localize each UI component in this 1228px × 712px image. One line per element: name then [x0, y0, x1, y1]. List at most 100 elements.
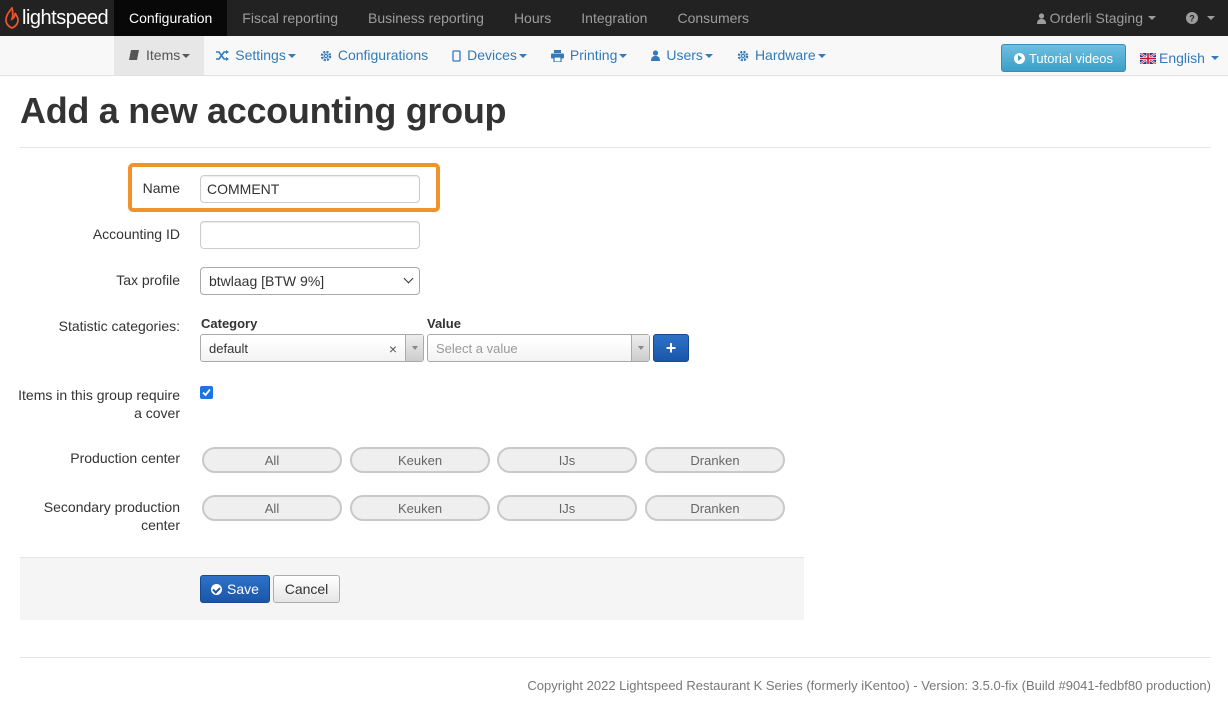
sub-nav-configurations-label: Configurations	[337, 47, 429, 63]
secondary-option-keuken[interactable]: Keuken	[350, 495, 490, 521]
user-icon	[1036, 12, 1046, 24]
user-menu[interactable]: Orderli Staging	[1025, 0, 1174, 36]
divider	[20, 147, 1211, 148]
caret-down-icon	[1210, 56, 1219, 60]
sub-nav-printing-label: Printing	[569, 47, 618, 63]
cover-label-line1: Items in this group require	[18, 387, 180, 403]
user-menu-label: Orderli Staging	[1049, 10, 1143, 26]
ok-circle-icon	[211, 583, 223, 595]
accounting-id-input[interactable]	[200, 221, 420, 249]
caret-down-icon	[287, 53, 296, 58]
footer-divider	[20, 657, 1211, 658]
value-select[interactable]: Select a value	[427, 334, 650, 362]
top-right-menu: Orderli Staging ?	[1025, 0, 1228, 36]
sub-nav-printing[interactable]: Printing	[539, 36, 639, 75]
sub-nav-devices[interactable]: Devices	[440, 36, 539, 75]
logo-text: lightspeed	[22, 6, 109, 29]
form-actions	[20, 557, 804, 620]
dropdown-arrow-icon	[405, 335, 423, 361]
production-option-keuken[interactable]: Keuken	[350, 447, 490, 473]
production-option-ijs[interactable]: IJs	[497, 447, 637, 473]
value-header: Value	[427, 316, 461, 331]
name-label: Name	[142, 180, 180, 196]
language-label: English	[1159, 50, 1205, 66]
checkmark-icon	[202, 388, 211, 397]
category-header: Category	[201, 316, 258, 331]
top-nav-configuration[interactable]: Configuration	[114, 0, 228, 36]
caret-down-icon	[1148, 16, 1156, 20]
cover-label-line2: a cover	[134, 405, 180, 421]
printer-icon	[550, 49, 564, 62]
footer-copyright: Copyright 2022 Lightspeed Restaurant K S…	[527, 678, 1211, 693]
caret-down-icon	[619, 53, 628, 58]
caret-down-icon	[1207, 16, 1215, 20]
flame-logo-icon	[5, 7, 19, 29]
tutorial-videos-button[interactable]: Tutorial videos	[1001, 44, 1126, 72]
sub-nav-items-label: Items	[146, 47, 181, 63]
shuffle-icon	[216, 50, 230, 61]
add-statistic-button[interactable]: +	[653, 334, 689, 362]
sub-navbar: Items Settings Configurations Devices Pr…	[0, 36, 1228, 76]
category-value: default	[209, 340, 249, 356]
help-menu[interactable]: ?	[1174, 0, 1228, 36]
cover-label: Items in this group require a cover	[10, 386, 180, 422]
top-nav-business-reporting[interactable]: Business reporting	[353, 0, 499, 36]
secondary-option-ijs[interactable]: IJs	[497, 495, 637, 521]
save-label: Save	[227, 581, 259, 597]
production-option-all[interactable]: All	[202, 447, 342, 473]
caret-down-icon	[704, 53, 713, 58]
lightspeed-logo[interactable]: lightspeed	[4, 6, 109, 30]
chevron-down-icon	[403, 273, 414, 284]
page-title: Add a new accounting group	[20, 90, 507, 131]
secondary-production-label: Secondary production center	[20, 498, 180, 534]
tutorial-videos-label: Tutorial videos	[1028, 50, 1114, 66]
sub-nav-configurations[interactable]: Configurations	[308, 36, 440, 75]
sub-nav-users[interactable]: Users	[639, 36, 725, 75]
top-navbar: lightspeed Configuration Fiscal reportin…	[0, 0, 1228, 36]
svg-text:?: ?	[1189, 14, 1195, 24]
uk-flag-icon	[1140, 52, 1156, 64]
device-icon	[452, 49, 461, 62]
top-nav-consumers[interactable]: Consumers	[662, 0, 764, 36]
statistic-categories-label: Statistic categories:	[58, 318, 180, 334]
caret-down-icon	[518, 53, 527, 58]
value-placeholder: Select a value	[436, 340, 518, 356]
user-icon	[651, 50, 661, 61]
caret-down-icon	[182, 53, 191, 58]
tax-profile-label: Tax profile	[116, 272, 180, 288]
sub-nav-items[interactable]: Items	[114, 36, 205, 75]
secondary-label-line2: center	[141, 517, 180, 533]
category-select[interactable]: default ×	[200, 334, 424, 362]
tax-profile-value: btwlaag [BTW 9%]	[209, 273, 325, 289]
play-circle-icon	[1013, 52, 1025, 64]
top-nav-integration[interactable]: Integration	[566, 0, 662, 36]
top-nav: Configuration Fiscal reporting Business …	[114, 0, 764, 36]
sub-nav-devices-label: Devices	[467, 47, 517, 63]
sub-nav-settings-label: Settings	[235, 47, 286, 63]
sub-nav-hardware-label: Hardware	[754, 47, 816, 63]
cover-checkbox[interactable]	[200, 386, 213, 399]
dropdown-arrow-icon	[631, 335, 649, 361]
language-selector[interactable]: English	[1140, 44, 1219, 72]
sub-nav-settings[interactable]: Settings	[204, 36, 308, 75]
production-option-dranken[interactable]: Dranken	[645, 447, 785, 473]
top-nav-fiscal-reporting[interactable]: Fiscal reporting	[227, 0, 353, 36]
secondary-option-all[interactable]: All	[202, 495, 342, 521]
top-nav-hours[interactable]: Hours	[499, 0, 566, 36]
clear-icon[interactable]: ×	[389, 341, 397, 357]
sub-nav-hardware[interactable]: Hardware	[725, 36, 838, 75]
secondary-option-dranken[interactable]: Dranken	[645, 495, 785, 521]
caret-down-icon	[817, 53, 826, 58]
save-button[interactable]: Save	[200, 575, 270, 603]
secondary-label-line1: Secondary production	[43, 499, 180, 515]
book-icon	[129, 50, 139, 60]
sub-nav: Items Settings Configurations Devices Pr…	[114, 36, 838, 75]
accounting-id-label: Accounting ID	[92, 226, 180, 242]
cancel-button[interactable]: Cancel	[273, 575, 340, 603]
gear-icon	[737, 50, 749, 61]
tax-profile-select[interactable]: btwlaag [BTW 9%]	[200, 267, 420, 295]
name-input[interactable]: COMMENT	[200, 175, 420, 203]
sub-nav-users-label: Users	[666, 47, 703, 63]
gear-icon	[320, 50, 332, 61]
production-center-label: Production center	[70, 450, 180, 466]
